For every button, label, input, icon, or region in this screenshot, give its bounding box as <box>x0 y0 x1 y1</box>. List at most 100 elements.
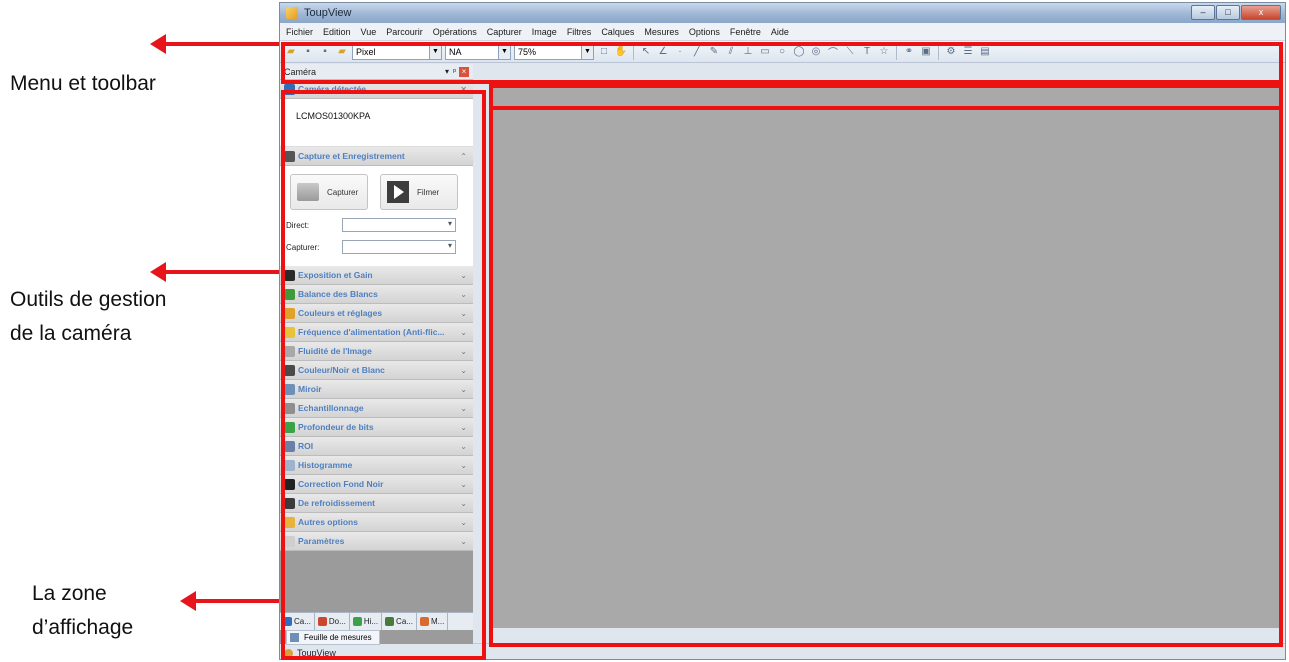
pen-icon[interactable]: ✎ <box>707 45 721 59</box>
direct-resolution-select[interactable] <box>342 218 456 232</box>
capture-button[interactable]: Capturer <box>290 174 368 210</box>
chevron-down-icon[interactable]: ⌄ <box>460 480 467 489</box>
chevron-down-icon[interactable]: ⌄ <box>460 537 467 546</box>
align-icon[interactable]: ☰ <box>961 45 975 59</box>
chevron-up-icon[interactable]: ⌃ <box>460 152 467 161</box>
capture-button-label: Capturer <box>327 187 359 197</box>
section-header[interactable]: De refroidissement ⌄ <box>280 494 473 513</box>
circle-icon[interactable]: ◯ <box>792 45 806 59</box>
menu-parcourir[interactable]: Parcourir <box>386 27 423 37</box>
unit-select[interactable]: Pixel ▼ <box>352 43 442 60</box>
chevron-down-icon[interactable]: ⌄ <box>460 309 467 318</box>
browse-folder-icon[interactable]: ▰ <box>335 45 349 59</box>
line-icon[interactable]: ╱ <box>690 45 704 59</box>
polyline-icon[interactable]: ⟍ <box>843 45 857 59</box>
zoom-select[interactable]: 75% ▼ <box>514 43 594 60</box>
section-header[interactable]: Echantillonnage ⌄ <box>280 399 473 418</box>
tab-measures[interactable]: M... <box>417 613 449 630</box>
section-label: Correction Fond Noir <box>298 479 384 489</box>
menu-edition[interactable]: Edition <box>323 27 351 37</box>
record-button[interactable]: Filmer <box>380 174 458 210</box>
camera-tab-icon <box>283 617 292 626</box>
rectangle-icon[interactable]: ▭ <box>758 45 772 59</box>
section-header[interactable]: Miroir ⌄ <box>280 380 473 399</box>
menu-mesures[interactable]: Mesures <box>644 27 679 37</box>
star-icon[interactable]: ☆ <box>877 45 891 59</box>
pan-hand-icon[interactable]: ✋ <box>614 45 628 59</box>
tab-documents[interactable]: Do... <box>315 613 350 630</box>
chevron-down-icon[interactable]: ⌄ <box>460 499 467 508</box>
chevron-down-icon[interactable]: ⌄ <box>460 290 467 299</box>
chevron-down-icon[interactable]: ⌄ <box>460 404 467 413</box>
maximize-button[interactable]: □ <box>1216 5 1240 20</box>
minimize-button[interactable]: – <box>1191 5 1215 20</box>
panel-menu-icon[interactable]: ▾ <box>445 67 449 76</box>
binoculars-icon[interactable]: ⚭ <box>902 45 916 59</box>
select-rect-icon[interactable]: □ <box>597 45 611 59</box>
camera-device-item[interactable]: LCMOS01300KPA <box>296 111 370 121</box>
text-icon[interactable]: T <box>860 45 874 59</box>
section-header[interactable]: Couleur/Noir et Blanc ⌄ <box>280 361 473 380</box>
pointer-icon[interactable]: ↖ <box>639 45 653 59</box>
calibration-select[interactable]: NA ▼ <box>445 43 511 60</box>
section-capture[interactable]: Capture et Enregistrement ⌃ <box>280 147 473 166</box>
chevron-down-icon[interactable]: ⌄ <box>460 347 467 356</box>
pin-icon[interactable]: ᵖ <box>453 67 456 76</box>
angle-icon[interactable]: ∠ <box>656 45 670 59</box>
section-header[interactable]: Couleurs et réglages ⌄ <box>280 304 473 323</box>
parallel-icon[interactable]: ⫽ <box>724 45 738 59</box>
perpendicular-icon[interactable]: ⊥ <box>741 45 755 59</box>
close-button[interactable]: x <box>1241 5 1281 20</box>
tab-layers[interactable]: Ca... <box>382 613 417 630</box>
tab-camera[interactable]: Ca... <box>280 613 315 630</box>
menu-fichier[interactable]: Fichier <box>286 27 313 37</box>
image-display-area[interactable] <box>491 86 1279 628</box>
section-header[interactable]: Correction Fond Noir ⌄ <box>280 475 473 494</box>
taskbar-title[interactable]: ToupView <box>284 648 336 658</box>
chevron-down-icon[interactable]: ⌄ <box>460 366 467 375</box>
menu-fenetre[interactable]: Fenêtre <box>730 27 761 37</box>
section-camera-detected[interactable]: Caméra détectée ✕ <box>280 80 473 99</box>
chevron-down-icon[interactable]: ⌄ <box>460 442 467 451</box>
tab-measurement-sheet[interactable]: Feuille de mesures <box>286 630 380 645</box>
section-header[interactable]: Balance des Blancs ⌄ <box>280 285 473 304</box>
sheet-tab-label: Feuille de mesures <box>304 633 372 642</box>
section-header[interactable]: ROI ⌄ <box>280 437 473 456</box>
chevron-down-icon[interactable]: ⌄ <box>460 271 467 280</box>
section-header[interactable]: Paramètres ⌄ <box>280 532 473 551</box>
capture-resolution-select[interactable] <box>342 240 456 254</box>
chevron-down-icon[interactable]: ⌄ <box>460 461 467 470</box>
menu-image[interactable]: Image <box>532 27 557 37</box>
menu-calques[interactable]: Calques <box>601 27 634 37</box>
chevron-down-icon[interactable]: ⌄ <box>460 385 467 394</box>
annulus-icon[interactable]: ◎ <box>809 45 823 59</box>
menu-vue[interactable]: Vue <box>361 27 377 37</box>
menu-operations[interactable]: Opérations <box>433 27 477 37</box>
export-icon[interactable]: ▤ <box>978 45 992 59</box>
menu-options[interactable]: Options <box>689 27 720 37</box>
title-bar[interactable]: ToupView – □ x <box>280 3 1285 23</box>
section-header[interactable]: Exposition et Gain ⌄ <box>280 266 473 285</box>
tab-history[interactable]: Hi... <box>350 613 383 630</box>
save-icon[interactable]: ▪ <box>301 45 315 59</box>
section-header[interactable]: Fréquence d'alimentation (Anti-flic... ⌄ <box>280 323 473 342</box>
chevron-down-icon[interactable]: ⌄ <box>460 518 467 527</box>
ellipse-icon[interactable]: ○ <box>775 45 789 59</box>
section-header[interactable]: Fluidité de l'Image ⌄ <box>280 342 473 361</box>
menu-capturer[interactable]: Capturer <box>487 27 522 37</box>
chevron-down-icon[interactable]: ⌄ <box>460 328 467 337</box>
section-header[interactable]: Autres options ⌄ <box>280 513 473 532</box>
chevron-down-icon[interactable]: ⌄ <box>460 423 467 432</box>
menu-aide[interactable]: Aide <box>771 27 789 37</box>
collapse-icon[interactable]: ✕ <box>460 85 467 94</box>
menu-filtres[interactable]: Filtres <box>567 27 592 37</box>
section-header[interactable]: Profondeur de bits ⌄ <box>280 418 473 437</box>
section-header[interactable]: Histogramme ⌄ <box>280 456 473 475</box>
close-icon[interactable]: × <box>459 66 469 77</box>
snapshot-icon[interactable]: ▣ <box>919 45 933 59</box>
open-folder-icon[interactable]: ▰ <box>284 45 298 59</box>
arc-icon[interactable]: ⌒ <box>826 45 840 59</box>
settings-icon[interactable]: ⚙ <box>944 45 958 59</box>
save-all-icon[interactable]: ▪ <box>318 45 332 59</box>
point-icon[interactable]: · <box>673 45 687 59</box>
